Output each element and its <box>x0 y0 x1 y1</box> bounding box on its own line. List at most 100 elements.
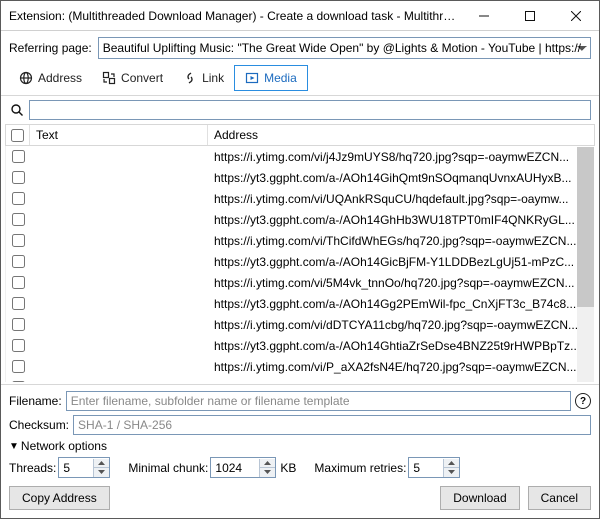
chunk-spinner[interactable] <box>210 457 276 478</box>
help-icon[interactable]: ? <box>575 393 591 409</box>
tab-label: Link <box>202 71 224 85</box>
select-all-cell[interactable] <box>6 125 30 145</box>
row-checkbox[interactable] <box>12 381 25 382</box>
tab-address[interactable]: Address <box>9 66 92 90</box>
row-address: https://yt3.ggpht.com/a-/AOh14Gg8_lCGn_7… <box>208 381 595 383</box>
checksum-input[interactable] <box>73 415 591 435</box>
threads-spinner[interactable] <box>58 457 110 478</box>
referring-page-row: Referring page: Beautiful Uplifting Musi… <box>1 31 599 65</box>
convert-icon <box>102 71 116 85</box>
table-row[interactable]: https://yt3.ggpht.com/a-/AOh14Gg8_lCGn_7… <box>6 377 595 382</box>
media-icon <box>245 71 259 85</box>
network-options-label: Network options <box>21 439 107 453</box>
link-icon <box>183 71 197 85</box>
row-address: https://i.ytimg.com/vi/UQAnkRSquCU/hqdef… <box>208 192 595 206</box>
row-checkbox[interactable] <box>12 297 25 310</box>
minimize-button[interactable] <box>461 1 507 31</box>
row-checkbox[interactable] <box>12 276 25 289</box>
table-row[interactable]: https://yt3.ggpht.com/a-/AOh14GicBjFM-Y1… <box>6 251 595 272</box>
table-row[interactable]: https://yt3.ggpht.com/a-/AOh14GhtiaZrSeD… <box>6 335 595 356</box>
filename-label: Filename: <box>9 394 62 408</box>
row-checkbox[interactable] <box>12 150 25 163</box>
spin-down-icon[interactable] <box>444 468 459 477</box>
bottom-panel: Filename: ? Checksum: ▼ Network options … <box>1 384 599 518</box>
button-row: Copy Address Download Cancel <box>9 486 591 510</box>
row-checkbox[interactable] <box>12 318 25 331</box>
network-options-grid: Threads: Minimal chunk: KB Maximum r <box>9 457 591 478</box>
row-address: https://yt3.ggpht.com/a-/AOh14GihQmt9nSO… <box>208 171 595 185</box>
tab-convert[interactable]: Convert <box>92 66 173 90</box>
window-title: Extension: (Multithreaded Download Manag… <box>9 9 461 23</box>
checksum-row: Checksum: <box>9 415 591 435</box>
table-row[interactable]: https://yt3.ggpht.com/a-/AOh14GihQmt9nSO… <box>6 167 595 188</box>
tab-media[interactable]: Media <box>234 65 308 91</box>
threads-label: Threads: <box>9 461 56 475</box>
vertical-scrollbar[interactable] <box>577 147 594 382</box>
row-checkbox[interactable] <box>12 234 25 247</box>
row-address: https://yt3.ggpht.com/a-/AOh14Gg2PEmWil-… <box>208 297 595 311</box>
row-address: https://i.ytimg.com/vi/5M4vk_tnnOo/hq720… <box>208 276 595 290</box>
spin-down-icon[interactable] <box>260 468 275 477</box>
scrollbar-thumb[interactable] <box>577 147 594 307</box>
tab-link[interactable]: Link <box>173 66 234 90</box>
row-checkbox[interactable] <box>12 171 25 184</box>
row-address: https://i.ytimg.com/vi/dDTCYA11cbg/hq720… <box>208 318 595 332</box>
retries-input[interactable] <box>409 460 443 476</box>
search-input[interactable] <box>29 100 591 120</box>
threads-input[interactable] <box>59 460 93 476</box>
retries-label: Maximum retries: <box>314 461 406 475</box>
cancel-button[interactable]: Cancel <box>528 486 591 510</box>
tab-bar: Address Convert Link Media <box>1 65 599 96</box>
table-row[interactable]: https://i.ytimg.com/vi/dDTCYA11cbg/hq720… <box>6 314 595 335</box>
retries-spinner[interactable] <box>408 457 460 478</box>
table-row[interactable]: https://i.ytimg.com/vi/P_aXA2fsN4E/hq720… <box>6 356 595 377</box>
table-header: Text Address <box>5 124 595 146</box>
select-all-checkbox[interactable] <box>11 129 24 142</box>
spin-down-icon[interactable] <box>94 468 109 477</box>
table-row[interactable]: https://yt3.ggpht.com/a-/AOh14Gg2PEmWil-… <box>6 293 595 314</box>
referring-page-select[interactable]: Beautiful Uplifting Music: "The Great Wi… <box>98 37 591 59</box>
tab-label: Media <box>264 71 297 85</box>
column-header-text[interactable]: Text <box>30 125 208 145</box>
search-row <box>1 96 599 124</box>
chunk-unit: KB <box>280 461 296 475</box>
network-options-toggle[interactable]: ▼ Network options <box>9 439 591 453</box>
row-address: https://i.ytimg.com/vi/P_aXA2fsN4E/hq720… <box>208 360 595 374</box>
row-address: https://yt3.ggpht.com/a-/AOh14GicBjFM-Y1… <box>208 255 595 269</box>
collapse-triangle-icon: ▼ <box>9 441 19 452</box>
row-address: https://i.ytimg.com/vi/ThCifdWhEGs/hq720… <box>208 234 595 248</box>
titlebar: Extension: (Multithreaded Download Manag… <box>1 1 599 31</box>
row-checkbox[interactable] <box>12 192 25 205</box>
row-checkbox[interactable] <box>12 213 25 226</box>
row-address: https://yt3.ggpht.com/a-/AOh14GhHb3WU18T… <box>208 213 595 227</box>
row-checkbox[interactable] <box>12 255 25 268</box>
url-table: Text Address https://i.ytimg.com/vi/j4Jz… <box>5 124 595 384</box>
table-row[interactable]: https://yt3.ggpht.com/a-/AOh14GhHb3WU18T… <box>6 209 595 230</box>
table-row[interactable]: https://i.ytimg.com/vi/UQAnkRSquCU/hqdef… <box>6 188 595 209</box>
copy-address-button[interactable]: Copy Address <box>9 486 110 510</box>
filename-input[interactable] <box>66 391 571 411</box>
spin-up-icon[interactable] <box>260 459 275 468</box>
filename-row: Filename: ? <box>9 391 591 411</box>
maximize-button[interactable] <box>507 1 553 31</box>
download-button[interactable]: Download <box>440 486 519 510</box>
table-row[interactable]: https://i.ytimg.com/vi/j4Jz9mUYS8/hq720.… <box>6 146 595 167</box>
row-checkbox[interactable] <box>12 360 25 373</box>
chunk-label: Minimal chunk: <box>128 461 208 475</box>
row-address: https://i.ytimg.com/vi/j4Jz9mUYS8/hq720.… <box>208 150 595 164</box>
chunk-input[interactable] <box>211 460 259 476</box>
search-icon <box>9 102 25 118</box>
tab-label: Convert <box>121 71 163 85</box>
spin-up-icon[interactable] <box>444 459 459 468</box>
row-checkbox[interactable] <box>12 339 25 352</box>
tab-label: Address <box>38 71 82 85</box>
close-button[interactable] <box>553 1 599 31</box>
table-body: https://i.ytimg.com/vi/j4Jz9mUYS8/hq720.… <box>5 146 595 382</box>
row-address: https://yt3.ggpht.com/a-/AOh14GhtiaZrSeD… <box>208 339 595 353</box>
globe-icon <box>19 71 33 85</box>
table-row[interactable]: https://i.ytimg.com/vi/ThCifdWhEGs/hq720… <box>6 230 595 251</box>
table-row[interactable]: https://i.ytimg.com/vi/5M4vk_tnnOo/hq720… <box>6 272 595 293</box>
spin-up-icon[interactable] <box>94 459 109 468</box>
checksum-label: Checksum: <box>9 418 69 432</box>
column-header-address[interactable]: Address <box>208 125 594 145</box>
